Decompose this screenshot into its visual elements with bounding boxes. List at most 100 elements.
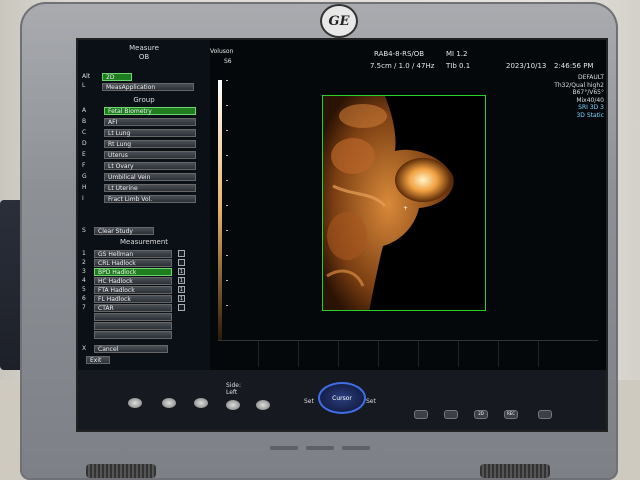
parameter-info: DEFAULT Th32/Qual high2 B67°/V65° Mix40/… — [538, 74, 604, 119]
group-umbilical-vein[interactable]: Umbilical Vein — [104, 173, 196, 181]
monitor-bezel: GE Measure OB Alt 2D L MeasApplication G… — [20, 2, 618, 480]
panel-mode: OB — [138, 53, 150, 61]
exit-button[interactable]: Exit — [86, 356, 110, 364]
info-line: DEFAULT — [578, 74, 604, 81]
group-fetal-biometry[interactable]: Fetal Biometry — [104, 107, 196, 115]
measurement-fta-hadlock[interactable]: FTA Hadlock — [94, 286, 172, 294]
group-afi[interactable]: AFI — [104, 118, 196, 126]
measurement-key: 7 — [82, 304, 86, 311]
side-value: Left — [226, 389, 238, 396]
group-lt-lung[interactable]: Lt Lung — [104, 129, 196, 137]
clear-study-button[interactable]: Clear Study — [94, 227, 154, 235]
speaker-grille-right — [480, 464, 550, 478]
alt-label: Alt — [82, 73, 91, 80]
soft-knob[interactable] — [128, 398, 142, 408]
group-lt-uterine[interactable]: Lt Uterine — [104, 184, 196, 192]
soft-controls-bar: Side: Left Set Cursor Set 2D REC — [78, 370, 606, 430]
l-label: L — [82, 82, 86, 89]
thumbnail-strip — [218, 340, 598, 367]
group-key: H — [82, 184, 87, 191]
mode-2d-soft-button[interactable]: 2D — [474, 410, 488, 419]
group-fract-limb-vol[interactable]: Fract Limb Vol. — [104, 195, 196, 203]
measurement-empty-slot[interactable] — [94, 331, 172, 339]
hardware-button[interactable] — [342, 446, 370, 450]
measurement-crl-hadlock[interactable]: CRL Hadlock — [94, 259, 172, 267]
mode-2d-button[interactable]: 2D — [102, 73, 132, 81]
date-label: 2023/10/13 — [506, 62, 547, 70]
cursor-button[interactable]: Cursor — [318, 382, 366, 414]
measurement-gs-hellman[interactable]: GS Hellman — [94, 250, 172, 258]
time-label: 2:46:56 PM — [554, 62, 594, 70]
set-right-label: Set — [366, 398, 376, 405]
group-header: Group — [133, 96, 155, 104]
measurement-fl-hadlock[interactable]: FL Hadlock — [94, 295, 172, 303]
group-uterus[interactable]: Uterus — [104, 151, 196, 159]
ultrasound-screen: Measure OB Alt 2D L MeasApplication Grou… — [76, 38, 608, 432]
speaker-grille-left — [86, 464, 156, 478]
probe-label: RAB4-8-RS/OB — [374, 50, 425, 58]
group-key: C — [82, 129, 87, 136]
set-left-label: Set — [304, 398, 314, 405]
render-image-frame[interactable]: + — [322, 95, 486, 311]
group-key: G — [82, 173, 87, 180]
measurement-checkbox[interactable] — [178, 250, 185, 257]
meas-application-button[interactable]: MeasApplication — [102, 83, 194, 91]
s6-label: S6 — [224, 58, 232, 65]
measurement-key: 3 — [82, 268, 86, 275]
function-button[interactable] — [414, 410, 428, 419]
status-bar: Voluson S6 RAB4-8-RS/OB MI 1.2 7.5cm / 1… — [210, 48, 606, 72]
measurement-checkbox[interactable] — [178, 259, 185, 266]
rec-button[interactable]: REC — [504, 410, 518, 419]
panel-title: Measure — [129, 44, 159, 52]
measurement-checkbox[interactable]: 1 — [178, 286, 185, 293]
measurement-bpd-hadlock[interactable]: BPD Hadlock — [94, 268, 172, 276]
group-lt-ovary[interactable]: Lt Ovary — [104, 162, 196, 170]
info-line: Th32/Qual high2 — [554, 81, 604, 89]
measurement-key: 1 — [82, 250, 86, 257]
group-key: I — [82, 195, 84, 202]
clear-study-key: S — [82, 227, 86, 234]
hardware-button[interactable] — [270, 446, 298, 450]
measurement-checkbox[interactable]: 1 — [178, 295, 185, 302]
group-key: D — [82, 140, 87, 147]
info-line: Mix40/40 — [576, 96, 604, 104]
cancel-key: X — [82, 345, 87, 352]
fetal-3d-render: + — [323, 96, 454, 310]
soft-knob[interactable] — [194, 398, 208, 408]
measurement-checkbox[interactable]: 1 — [178, 277, 185, 284]
side-label: Side: — [226, 382, 241, 389]
soft-knob[interactable] — [162, 398, 176, 408]
depth-freq-label: 7.5cm / 1.0 / 47Hz — [370, 62, 435, 70]
ge-logo: GE — [320, 4, 358, 38]
volusion-label: Voluson — [210, 48, 234, 55]
measurement-key: 4 — [82, 277, 86, 284]
function-button[interactable] — [444, 410, 458, 419]
svg-text:+: + — [403, 205, 408, 212]
group-key: F — [82, 162, 86, 169]
group-key: A — [82, 107, 87, 114]
function-button[interactable] — [538, 410, 552, 419]
measurement-empty-slot[interactable] — [94, 322, 172, 330]
group-rt-lung[interactable]: Rt Lung — [104, 140, 196, 148]
measurement-key: 6 — [82, 295, 86, 302]
static-label: 3D Static — [576, 111, 604, 119]
mi-label: MI 1.2 — [446, 50, 468, 58]
info-line: B67°/V65° — [572, 89, 604, 96]
hardware-button[interactable] — [306, 446, 334, 450]
measurement-checkbox[interactable] — [178, 304, 185, 311]
soft-knob[interactable] — [256, 400, 270, 410]
cancel-button[interactable]: Cancel — [94, 345, 168, 353]
measurement-hc-hadlock[interactable]: HC Hadlock — [94, 277, 172, 285]
depth-tick-scale — [226, 80, 228, 330]
measurement-key: 2 — [82, 259, 86, 266]
measurement-key: 5 — [82, 286, 86, 293]
soft-knob[interactable] — [226, 400, 240, 410]
group-key: E — [82, 151, 86, 158]
color-scale-bar — [218, 80, 222, 340]
tib-label: TIb 0.1 — [446, 62, 471, 70]
measurement-header: Measurement — [119, 238, 169, 246]
measurement-ctar[interactable]: CTAR — [94, 304, 172, 312]
group-key: B — [82, 118, 87, 125]
measurement-empty-slot[interactable] — [94, 313, 172, 321]
measurement-checkbox[interactable]: 1 — [178, 268, 185, 275]
